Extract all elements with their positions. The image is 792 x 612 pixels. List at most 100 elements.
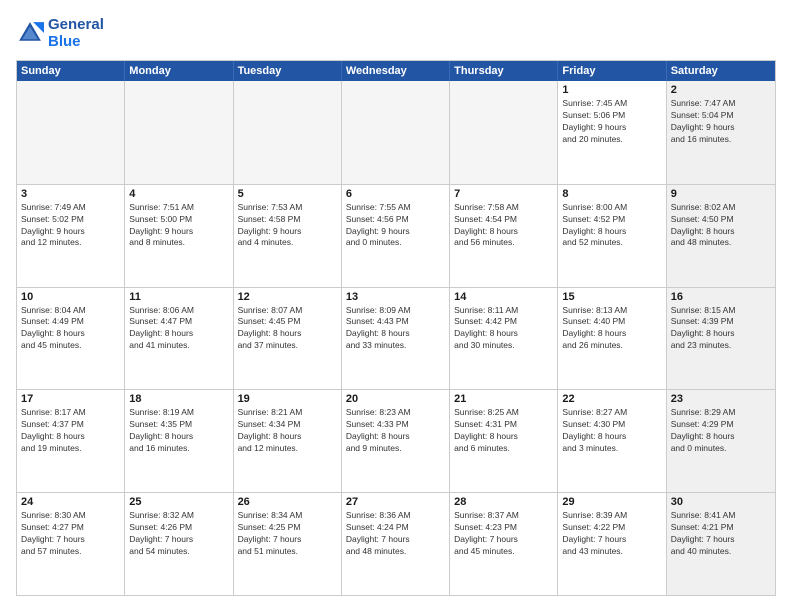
- day-number: 5: [238, 188, 337, 200]
- calendar-cell-11: 11 Sunrise: 8:06 AM Sunset: 4:47 PM Dayli…: [125, 288, 233, 390]
- calendar-cell-23: 23 Sunrise: 8:29 AM Sunset: 4:29 PM Dayli…: [667, 390, 775, 492]
- header: General Blue: [16, 16, 776, 50]
- calendar-cell-30: 30 Sunrise: 8:41 AM Sunset: 4:21 PM Dayli…: [667, 493, 775, 595]
- calendar-cell-22: 22 Sunrise: 8:27 AM Sunset: 4:30 PM Dayli…: [558, 390, 666, 492]
- calendar-cell-18: 18Sunrise: 8:19 AM Sunset: 4:35 PM Dayli…: [125, 390, 233, 492]
- calendar-cell-empty-0-4: [450, 81, 558, 184]
- calendar-cell-15: 15Sunrise: 8:13 AM Sunset: 4:40 PM Dayli…: [558, 288, 666, 390]
- day-info: Sunrise: 8:23 AM Sunset: 4:33 PM Dayligh…: [346, 407, 445, 455]
- day-info: Sunrise: 7:55 AM Sunset: 4:56 PM Dayligh…: [346, 202, 445, 250]
- day-number: 6: [346, 188, 445, 200]
- page: General Blue SundayMondayTuesdayWednesda…: [0, 0, 792, 612]
- day-number: 2: [671, 84, 771, 96]
- calendar-cell-24: 24 Sunrise: 8:30 AM Sunset: 4:27 PM Dayli…: [17, 493, 125, 595]
- header-day-wednesday: Wednesday: [342, 61, 450, 81]
- day-info: Sunrise: 8:21 AM Sunset: 4:34 PM Dayligh…: [238, 407, 337, 455]
- day-number: 1: [562, 84, 661, 96]
- day-info: Sunrise: 8:36 AM Sunset: 4:24 PM Dayligh…: [346, 510, 445, 558]
- calendar-cell-28: 28Sunrise: 8:37 AM Sunset: 4:23 PM Dayli…: [450, 493, 558, 595]
- day-info: Sunrise: 8:17 AM Sunset: 4:37 PM Dayligh…: [21, 407, 120, 455]
- calendar-cell-26: 26Sunrise: 8:34 AM Sunset: 4:25 PM Dayli…: [234, 493, 342, 595]
- day-number: 21: [454, 393, 553, 405]
- day-info: Sunrise: 7:47 AM Sunset: 5:04 PM Dayligh…: [671, 98, 771, 146]
- day-info: Sunrise: 8:02 AM Sunset: 4:50 PM Dayligh…: [671, 202, 771, 250]
- day-number: 20: [346, 393, 445, 405]
- day-number: 14: [454, 291, 553, 303]
- day-number: 13: [346, 291, 445, 303]
- calendar-row-1: 3Sunrise: 7:49 AM Sunset: 5:02 PM Daylig…: [17, 184, 775, 287]
- header-day-thursday: Thursday: [450, 61, 558, 81]
- day-number: 7: [454, 188, 553, 200]
- day-number: 10: [21, 291, 120, 303]
- calendar-cell-empty-0-3: [342, 81, 450, 184]
- day-info: Sunrise: 8:00 AM Sunset: 4:52 PM Dayligh…: [562, 202, 661, 250]
- day-info: Sunrise: 8:13 AM Sunset: 4:40 PM Dayligh…: [562, 305, 661, 353]
- day-info: Sunrise: 8:39 AM Sunset: 4:22 PM Dayligh…: [562, 510, 661, 558]
- calendar-cell-9: 9Sunrise: 8:02 AM Sunset: 4:50 PM Daylig…: [667, 185, 775, 287]
- day-info: Sunrise: 8:32 AM Sunset: 4:26 PM Dayligh…: [129, 510, 228, 558]
- day-number: 3: [21, 188, 120, 200]
- logo: General Blue: [16, 16, 104, 50]
- calendar-cell-empty-0-2: [234, 81, 342, 184]
- day-number: 8: [562, 188, 661, 200]
- header-day-monday: Monday: [125, 61, 233, 81]
- day-number: 23: [671, 393, 771, 405]
- day-number: 22: [562, 393, 661, 405]
- logo-text: General Blue: [48, 16, 104, 50]
- calendar-row-2: 10 Sunrise: 8:04 AM Sunset: 4:49 PM Dayli…: [17, 287, 775, 390]
- day-number: 12: [238, 291, 337, 303]
- day-number: 18: [129, 393, 228, 405]
- calendar-cell-17: 17 Sunrise: 8:17 AM Sunset: 4:37 PM Dayli…: [17, 390, 125, 492]
- calendar-cell-empty-0-1: [125, 81, 233, 184]
- day-number: 27: [346, 496, 445, 508]
- calendar-cell-5: 5 Sunrise: 7:53 AM Sunset: 4:58 PM Daylig…: [234, 185, 342, 287]
- calendar-cell-16: 16Sunrise: 8:15 AM Sunset: 4:39 PM Dayli…: [667, 288, 775, 390]
- calendar-header: SundayMondayTuesdayWednesdayThursdayFrid…: [17, 61, 775, 81]
- day-number: 25: [129, 496, 228, 508]
- day-info: Sunrise: 8:30 AM Sunset: 4:27 PM Dayligh…: [21, 510, 120, 558]
- calendar-row-4: 24 Sunrise: 8:30 AM Sunset: 4:27 PM Dayli…: [17, 492, 775, 595]
- calendar-cell-1: 1 Sunrise: 7:45 AM Sunset: 5:06 PM Daylig…: [558, 81, 666, 184]
- day-number: 26: [238, 496, 337, 508]
- day-info: Sunrise: 7:51 AM Sunset: 5:00 PM Dayligh…: [129, 202, 228, 250]
- day-number: 30: [671, 496, 771, 508]
- logo-icon: [16, 19, 44, 47]
- header-day-saturday: Saturday: [667, 61, 775, 81]
- day-info: Sunrise: 7:45 AM Sunset: 5:06 PM Dayligh…: [562, 98, 661, 146]
- day-info: Sunrise: 8:09 AM Sunset: 4:43 PM Dayligh…: [346, 305, 445, 353]
- day-number: 28: [454, 496, 553, 508]
- header-day-friday: Friday: [558, 61, 666, 81]
- day-info: Sunrise: 8:29 AM Sunset: 4:29 PM Dayligh…: [671, 407, 771, 455]
- day-info: Sunrise: 8:07 AM Sunset: 4:45 PM Dayligh…: [238, 305, 337, 353]
- calendar-cell-12: 12 Sunrise: 8:07 AM Sunset: 4:45 PM Dayli…: [234, 288, 342, 390]
- header-day-sunday: Sunday: [17, 61, 125, 81]
- calendar-cell-27: 27 Sunrise: 8:36 AM Sunset: 4:24 PM Dayli…: [342, 493, 450, 595]
- calendar-cell-4: 4 Sunrise: 7:51 AM Sunset: 5:00 PM Daylig…: [125, 185, 233, 287]
- day-number: 19: [238, 393, 337, 405]
- calendar-cell-21: 21 Sunrise: 8:25 AM Sunset: 4:31 PM Dayli…: [450, 390, 558, 492]
- day-number: 17: [21, 393, 120, 405]
- calendar: SundayMondayTuesdayWednesdayThursdayFrid…: [16, 60, 776, 596]
- calendar-cell-20: 20 Sunrise: 8:23 AM Sunset: 4:33 PM Dayli…: [342, 390, 450, 492]
- day-number: 24: [21, 496, 120, 508]
- day-info: Sunrise: 8:04 AM Sunset: 4:49 PM Dayligh…: [21, 305, 120, 353]
- calendar-cell-empty-0-0: [17, 81, 125, 184]
- day-info: Sunrise: 8:11 AM Sunset: 4:42 PM Dayligh…: [454, 305, 553, 353]
- day-number: 16: [671, 291, 771, 303]
- day-info: Sunrise: 8:25 AM Sunset: 4:31 PM Dayligh…: [454, 407, 553, 455]
- calendar-cell-7: 7Sunrise: 7:58 AM Sunset: 4:54 PM Daylig…: [450, 185, 558, 287]
- calendar-row-3: 17 Sunrise: 8:17 AM Sunset: 4:37 PM Dayli…: [17, 389, 775, 492]
- calendar-cell-2: 2 Sunrise: 7:47 AM Sunset: 5:04 PM Daylig…: [667, 81, 775, 184]
- calendar-cell-3: 3Sunrise: 7:49 AM Sunset: 5:02 PM Daylig…: [17, 185, 125, 287]
- day-number: 11: [129, 291, 228, 303]
- calendar-body: 1 Sunrise: 7:45 AM Sunset: 5:06 PM Daylig…: [17, 81, 775, 595]
- day-info: Sunrise: 8:27 AM Sunset: 4:30 PM Dayligh…: [562, 407, 661, 455]
- day-info: Sunrise: 8:06 AM Sunset: 4:47 PM Dayligh…: [129, 305, 228, 353]
- calendar-cell-6: 6 Sunrise: 7:55 AM Sunset: 4:56 PM Daylig…: [342, 185, 450, 287]
- day-number: 4: [129, 188, 228, 200]
- calendar-cell-19: 19 Sunrise: 8:21 AM Sunset: 4:34 PM Dayli…: [234, 390, 342, 492]
- calendar-row-0: 1 Sunrise: 7:45 AM Sunset: 5:06 PM Daylig…: [17, 81, 775, 184]
- day-info: Sunrise: 7:53 AM Sunset: 4:58 PM Dayligh…: [238, 202, 337, 250]
- calendar-cell-29: 29Sunrise: 8:39 AM Sunset: 4:22 PM Dayli…: [558, 493, 666, 595]
- day-info: Sunrise: 8:41 AM Sunset: 4:21 PM Dayligh…: [671, 510, 771, 558]
